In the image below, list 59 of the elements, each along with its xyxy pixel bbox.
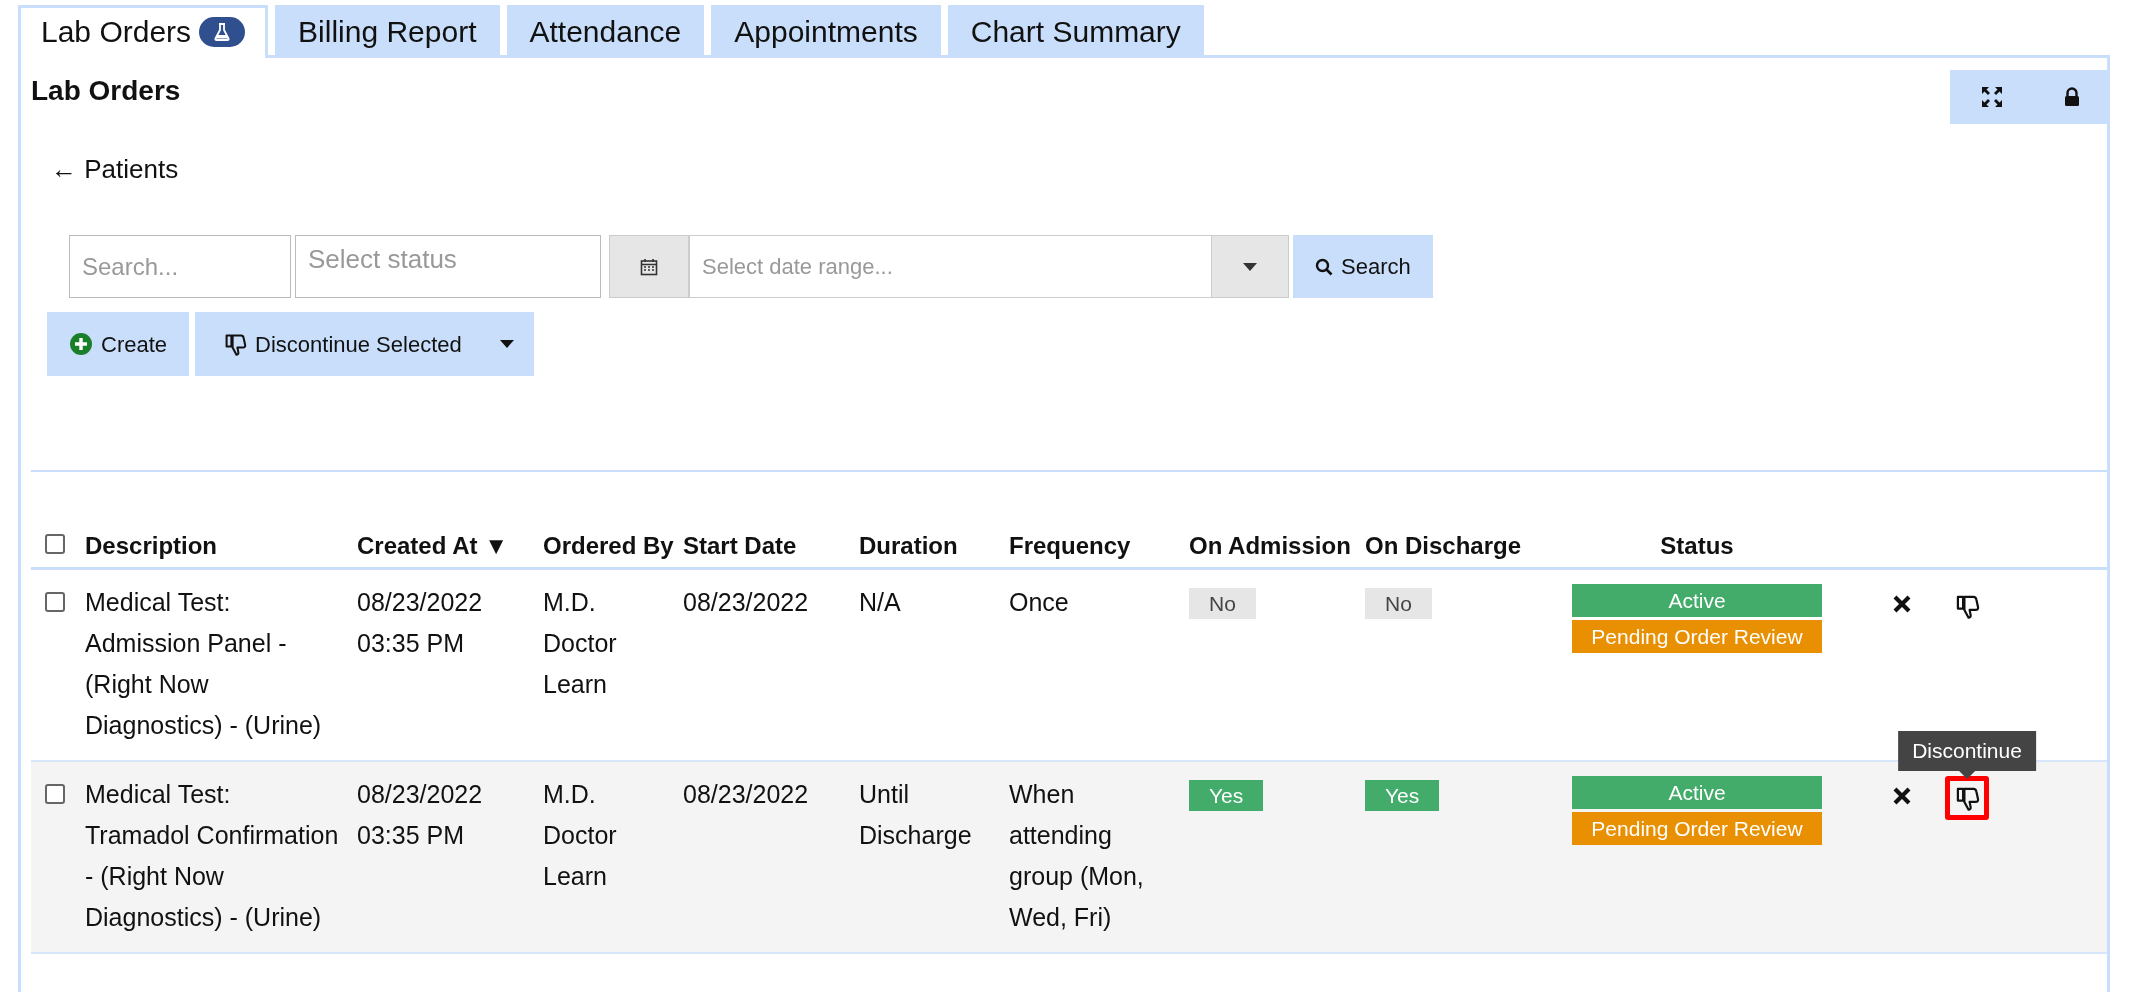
lock-icon	[2063, 87, 2080, 107]
discontinue-selected-button[interactable]: Discontinue Selected	[195, 312, 534, 376]
close-icon[interactable]	[1892, 786, 1912, 806]
ordered-by-cell-text: M.D. Doctor Learn	[543, 779, 618, 892]
pending-status-label: Pending Order Review	[1572, 620, 1822, 653]
tab[interactable]: Chart Summary	[947, 5, 1204, 58]
calendar-icon	[640, 257, 658, 276]
column-header[interactable]: Start Date	[675, 472, 851, 569]
column-header[interactable]: Ordered By	[535, 472, 675, 569]
thumbs-down-icon	[1954, 593, 1980, 619]
tab[interactable]: Lab Orders	[18, 5, 269, 58]
tooltip: Discontinue	[1898, 731, 2036, 779]
row-checkbox[interactable]	[45, 592, 65, 612]
calendar-button[interactable]	[609, 235, 689, 298]
frequency-cell-text: Once	[1009, 587, 1070, 618]
search-button[interactable]: Search	[1293, 235, 1433, 298]
column-header[interactable]: Status	[1527, 472, 1867, 569]
row-checkbox[interactable]	[45, 784, 65, 804]
yes-tag: Yes	[1189, 780, 1264, 811]
tab[interactable]: Attendance	[506, 5, 705, 58]
caret-icon	[1243, 262, 1257, 271]
plus-circle-icon	[69, 332, 93, 356]
frequency-cell-text: When attending group (Mon, Wed, Fri)	[1009, 779, 1145, 933]
duration-cell-text: Until Discharge	[859, 779, 973, 851]
no-tag: No	[1365, 588, 1432, 619]
status-select[interactable]: Select status	[295, 235, 601, 298]
no-tag: No	[1189, 588, 1256, 619]
search-icon	[1315, 257, 1333, 276]
expand-icon	[1980, 86, 2003, 108]
start-date-cell-text: 08/23/2022	[683, 779, 810, 810]
caret-icon	[499, 340, 514, 348]
thumbs-down-icon	[1954, 785, 1980, 811]
created-at-cell-text: 08/23/2022 03:35 PM	[357, 587, 484, 659]
column-header[interactable]: On Discharge	[1357, 472, 1527, 569]
column-header[interactable]: Duration	[851, 472, 1001, 569]
panel-title: Lab Orders	[31, 74, 181, 108]
yes-tag: Yes	[1365, 780, 1440, 811]
description-cell-text: Medical Test: Tramadol Confirmation - (Right Now Diagnostics) - (Urine)	[85, 779, 340, 933]
column-header[interactable]: On Admission	[1181, 472, 1357, 569]
column-header[interactable]: Frequency	[1001, 472, 1181, 569]
create-button[interactable]: Create	[47, 312, 190, 376]
pending-status-label: Pending Order Review	[1572, 812, 1822, 845]
description-cell-text: Medical Test: Admission Panel - (Right Now Diagnostics) - (Urine)	[85, 587, 323, 741]
active-status-label: Active	[1572, 584, 1822, 617]
close-icon[interactable]	[1892, 594, 1912, 614]
date-range-field[interactable]: Select date range...	[689, 235, 1211, 298]
search-field[interactable]: Search...	[69, 235, 291, 298]
tab[interactable]: Appointments	[711, 5, 941, 58]
start-date-cell-text: 08/23/2022	[683, 587, 810, 618]
active-status-label: Active	[1572, 776, 1822, 809]
duration-cell-text: N/A	[859, 587, 902, 618]
tab[interactable]: Billing Report	[275, 5, 500, 58]
ordered-by-cell-text: M.D. Doctor Learn	[543, 587, 618, 700]
thumbs-down-icon	[223, 332, 248, 356]
back-link[interactable]: ← Patients	[51, 150, 179, 189]
column-header[interactable]: Created At ▼	[349, 472, 535, 569]
select-all-checkbox[interactable]	[45, 534, 65, 554]
column-header[interactable]: Description	[77, 472, 349, 569]
created-at-cell-text: 08/23/2022 03:35 PM	[357, 779, 484, 851]
